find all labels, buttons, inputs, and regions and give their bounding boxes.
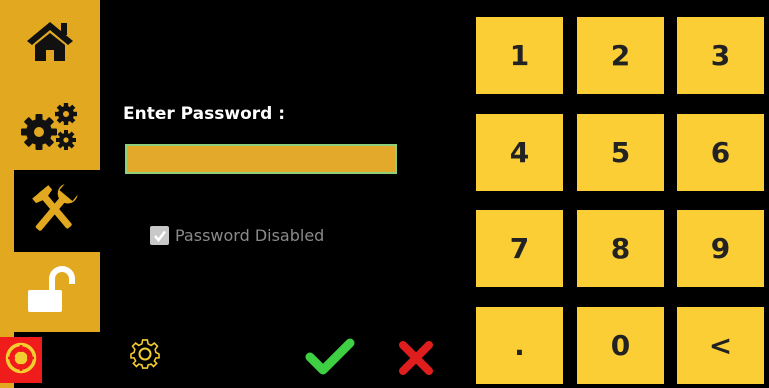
password-input[interactable] — [125, 144, 397, 174]
key-0[interactable]: 0 — [577, 307, 664, 384]
password-disabled-checkbox[interactable] — [150, 226, 169, 245]
sidebar-item-home[interactable] — [0, 0, 100, 86]
key-4[interactable]: 4 — [476, 114, 563, 191]
keypad: 1 2 3 4 5 6 7 8 9. 0 < — [472, 0, 769, 388]
checkmark-icon — [153, 230, 166, 242]
password-label: Enter Password : — [123, 104, 286, 124]
key-5[interactable]: 5 — [577, 114, 664, 191]
key-8[interactable]: 8 — [577, 210, 664, 287]
alarm-button-bg — [0, 337, 42, 383]
settings-button[interactable] — [128, 337, 162, 371]
home-icon — [25, 19, 75, 67]
unlock-icon — [22, 266, 78, 318]
check-icon — [305, 338, 355, 381]
key-dot[interactable]: . — [476, 307, 563, 384]
key-7[interactable]: 7 — [476, 210, 563, 287]
password-disabled-label: Password Disabled — [175, 226, 325, 245]
close-icon — [396, 341, 436, 382]
key-2[interactable]: 2 — [577, 17, 664, 94]
gears-icon — [19, 100, 81, 156]
cancel-button[interactable] — [396, 338, 436, 378]
alarm-icon — [4, 341, 38, 379]
password-disabled-option: Password Disabled — [150, 226, 324, 245]
confirm-button[interactable] — [305, 337, 355, 377]
screen: Enter Password : Password Disabled 1 2 3… — [0, 0, 769, 388]
main-panel: Enter Password : Password Disabled — [100, 0, 472, 388]
tools-icon — [22, 181, 86, 241]
gear-icon — [128, 339, 162, 375]
key-9[interactable]: 9 — [677, 210, 764, 287]
key-3[interactable]: 3 — [677, 17, 764, 94]
sidebar-item-tools[interactable] — [0, 170, 100, 252]
key-backspace[interactable]: < — [677, 307, 764, 384]
sidebar-item-lock[interactable] — [0, 252, 100, 332]
sidebar-item-settings[interactable] — [0, 86, 100, 170]
sidebar-item-alarm[interactable] — [0, 332, 100, 388]
sidebar — [0, 0, 100, 388]
key-1[interactable]: 1 — [476, 17, 563, 94]
key-6[interactable]: 6 — [677, 114, 764, 191]
